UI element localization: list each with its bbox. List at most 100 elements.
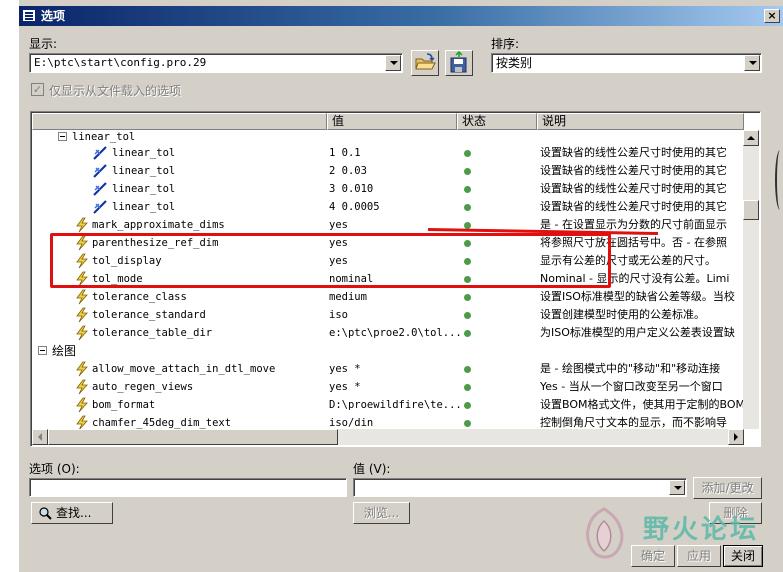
sort-label: 排序: <box>491 37 520 51</box>
table-row[interactable]: allow_move_attach_in_dtl_move yes * 是 - … <box>32 360 744 378</box>
lightning-option-icon <box>76 397 88 413</box>
option-description: 设置创建模型时使用的公差标准。 <box>540 308 705 321</box>
lightning-option-icon <box>76 325 88 341</box>
red-annotation-box <box>50 233 611 288</box>
option-value: 1 0.1 <box>329 147 361 159</box>
option-value: yes <box>329 219 348 231</box>
save-config-button[interactable] <box>445 50 473 76</box>
status-ok-icon <box>464 420 471 427</box>
only-loaded-checkbox[interactable]: ✓ <box>31 83 44 96</box>
option-name: bom_format <box>92 399 156 411</box>
parameter-value-icon <box>93 164 107 178</box>
parameter-value-icon <box>93 182 107 196</box>
value-select[interactable] <box>353 478 687 497</box>
status-ok-icon <box>464 330 471 337</box>
options-dialog: 选项 × 显示: E:\ptc\start\config.pro.29 排序: … <box>18 0 783 572</box>
option-description: 是 - 绘图模式中的"移动"和"移动连接 <box>540 362 721 375</box>
option-description: 设置BOM格式文件，使其用于定制的BOM <box>540 398 745 411</box>
option-value: iso <box>329 309 348 321</box>
option-value: 3 0.010 <box>329 183 374 195</box>
flame-logo-icon <box>586 507 624 559</box>
category-name: 绘图 <box>52 344 77 358</box>
table-row[interactable]: tolerance_class medium 设置ISO标准模型的缺省公差等级。… <box>32 288 744 306</box>
scroll-left-button[interactable] <box>32 429 48 445</box>
table-row[interactable]: bom_format D:\proewildfire\te... 设置BOM格式… <box>32 396 745 414</box>
collapse-icon[interactable] <box>58 132 67 141</box>
collapse-icon[interactable] <box>38 346 47 355</box>
option-name: linear_tol <box>112 147 176 159</box>
option-name: mark_approximate_dims <box>92 219 225 231</box>
horizontal-scrollbar[interactable] <box>32 429 744 445</box>
arrow-right-icon <box>734 433 738 441</box>
option-name: tolerance_standard <box>92 309 206 321</box>
vertical-scrollbar[interactable] <box>743 130 759 429</box>
table-row[interactable]: tolerance_standard iso 设置创建模型时使用的公差标准。 <box>32 306 744 324</box>
option-name: tolerance_table_dir <box>92 327 213 339</box>
scroll-thumb-horizontal[interactable] <box>48 429 338 445</box>
sort-select[interactable]: 按类别 <box>491 53 762 73</box>
parameter-value-icon <box>93 200 107 214</box>
lightning-option-icon <box>76 289 88 305</box>
only-loaded-label: 仅显示从文件载入的选项 <box>49 84 182 98</box>
chevron-down-icon[interactable] <box>385 55 401 71</box>
status-ok-icon <box>464 150 471 157</box>
option-value: 4 0.0005 <box>329 201 380 213</box>
option-value: D:\proewildfire\te... <box>329 399 462 411</box>
forum-watermark: 野火论坛 <box>571 503 771 569</box>
option-name: allow_move_attach_in_dtl_move <box>92 363 276 375</box>
option-value: yes * <box>329 363 361 375</box>
table-row[interactable]: auto_regen_views yes * Yes - 当从一个窗口改变至另一… <box>32 378 744 396</box>
window-title: 选项 <box>41 9 66 23</box>
option-description: 设置ISO标准模型的缺省公差等级。当校 <box>540 290 735 303</box>
option-description: 设置缺省的线性公差尺寸时使用的其它 <box>540 164 727 177</box>
table-row[interactable]: linear_tol 4 0.0005 设置缺省的线性公差尺寸时使用的其它 <box>32 198 744 216</box>
table-row[interactable]: linear_tol 2 0.03 设置缺省的线性公差尺寸时使用的其它 <box>32 162 744 180</box>
lightning-option-icon <box>76 379 88 395</box>
option-description: 设置缺省的线性公差尺寸时使用的其它 <box>540 146 727 159</box>
status-ok-icon <box>464 204 471 211</box>
chevron-down-icon[interactable] <box>744 55 760 71</box>
status-ok-icon <box>464 294 471 301</box>
sort-value: 按类别 <box>496 56 533 70</box>
option-value: e:\ptc\proe2.0\tol... <box>329 327 462 339</box>
title-bar[interactable]: 选项 × <box>19 6 783 26</box>
find-button-label: 查找... <box>56 506 92 520</box>
table-row[interactable]: 绘图 <box>32 342 744 360</box>
option-name: auto_regen_views <box>92 381 194 393</box>
chevron-down-icon[interactable] <box>669 480 685 495</box>
table-row[interactable]: linear_tol 1 0.1 设置缺省的线性公差尺寸时使用的其它 <box>32 144 744 162</box>
status-ok-icon <box>464 168 471 175</box>
table-row[interactable]: tolerance_table_dir e:\ptc\proe2.0\tol..… <box>32 324 744 342</box>
status-ok-icon <box>464 366 471 373</box>
close-window-button[interactable]: × <box>764 9 780 23</box>
scroll-thumb[interactable] <box>743 200 759 220</box>
option-input[interactable] <box>29 478 347 497</box>
table-row[interactable]: linear_tol 3 0.010 设置缺省的线性公差尺寸时使用的其它 <box>32 180 744 198</box>
folder-open-icon <box>415 53 436 70</box>
status-ok-icon <box>464 384 471 391</box>
open-config-button[interactable] <box>411 50 439 76</box>
arrow-up-icon <box>747 136 755 140</box>
option-name: linear_tol <box>112 165 176 177</box>
scroll-right-button[interactable] <box>728 429 744 445</box>
option-name: linear_tol <box>112 201 176 213</box>
option-description: 为ISO标准模型的用户定义公差表设置缺 <box>540 326 735 339</box>
option-value: 2 0.03 <box>329 165 367 177</box>
parameter-value-icon <box>93 146 107 160</box>
display-label: 显示: <box>29 37 58 51</box>
option-description: Yes - 当从一个窗口改变至另一个窗口 <box>540 380 723 393</box>
option-description: 设置缺省的线性公差尺寸时使用的其它 <box>540 182 727 195</box>
search-icon <box>39 507 52 520</box>
scroll-up-button[interactable] <box>743 130 759 146</box>
option-description: 设置缺省的线性公差尺寸时使用的其它 <box>540 200 727 213</box>
add-change-button[interactable]: 添加/更改 <box>693 477 762 499</box>
option-field-label: 选项 (O): <box>29 462 80 476</box>
value-field-label: 值 (V): <box>353 462 391 476</box>
find-button[interactable]: 查找... <box>31 502 113 524</box>
display-file-select[interactable]: E:\ptc\start\config.pro.29 <box>29 53 403 73</box>
lightning-option-icon <box>76 361 88 377</box>
option-name: tolerance_class <box>92 291 187 303</box>
watermark-text: 野火论坛 <box>643 515 760 545</box>
option-value: medium <box>329 291 367 303</box>
browse-button[interactable]: 浏览... <box>353 502 410 524</box>
